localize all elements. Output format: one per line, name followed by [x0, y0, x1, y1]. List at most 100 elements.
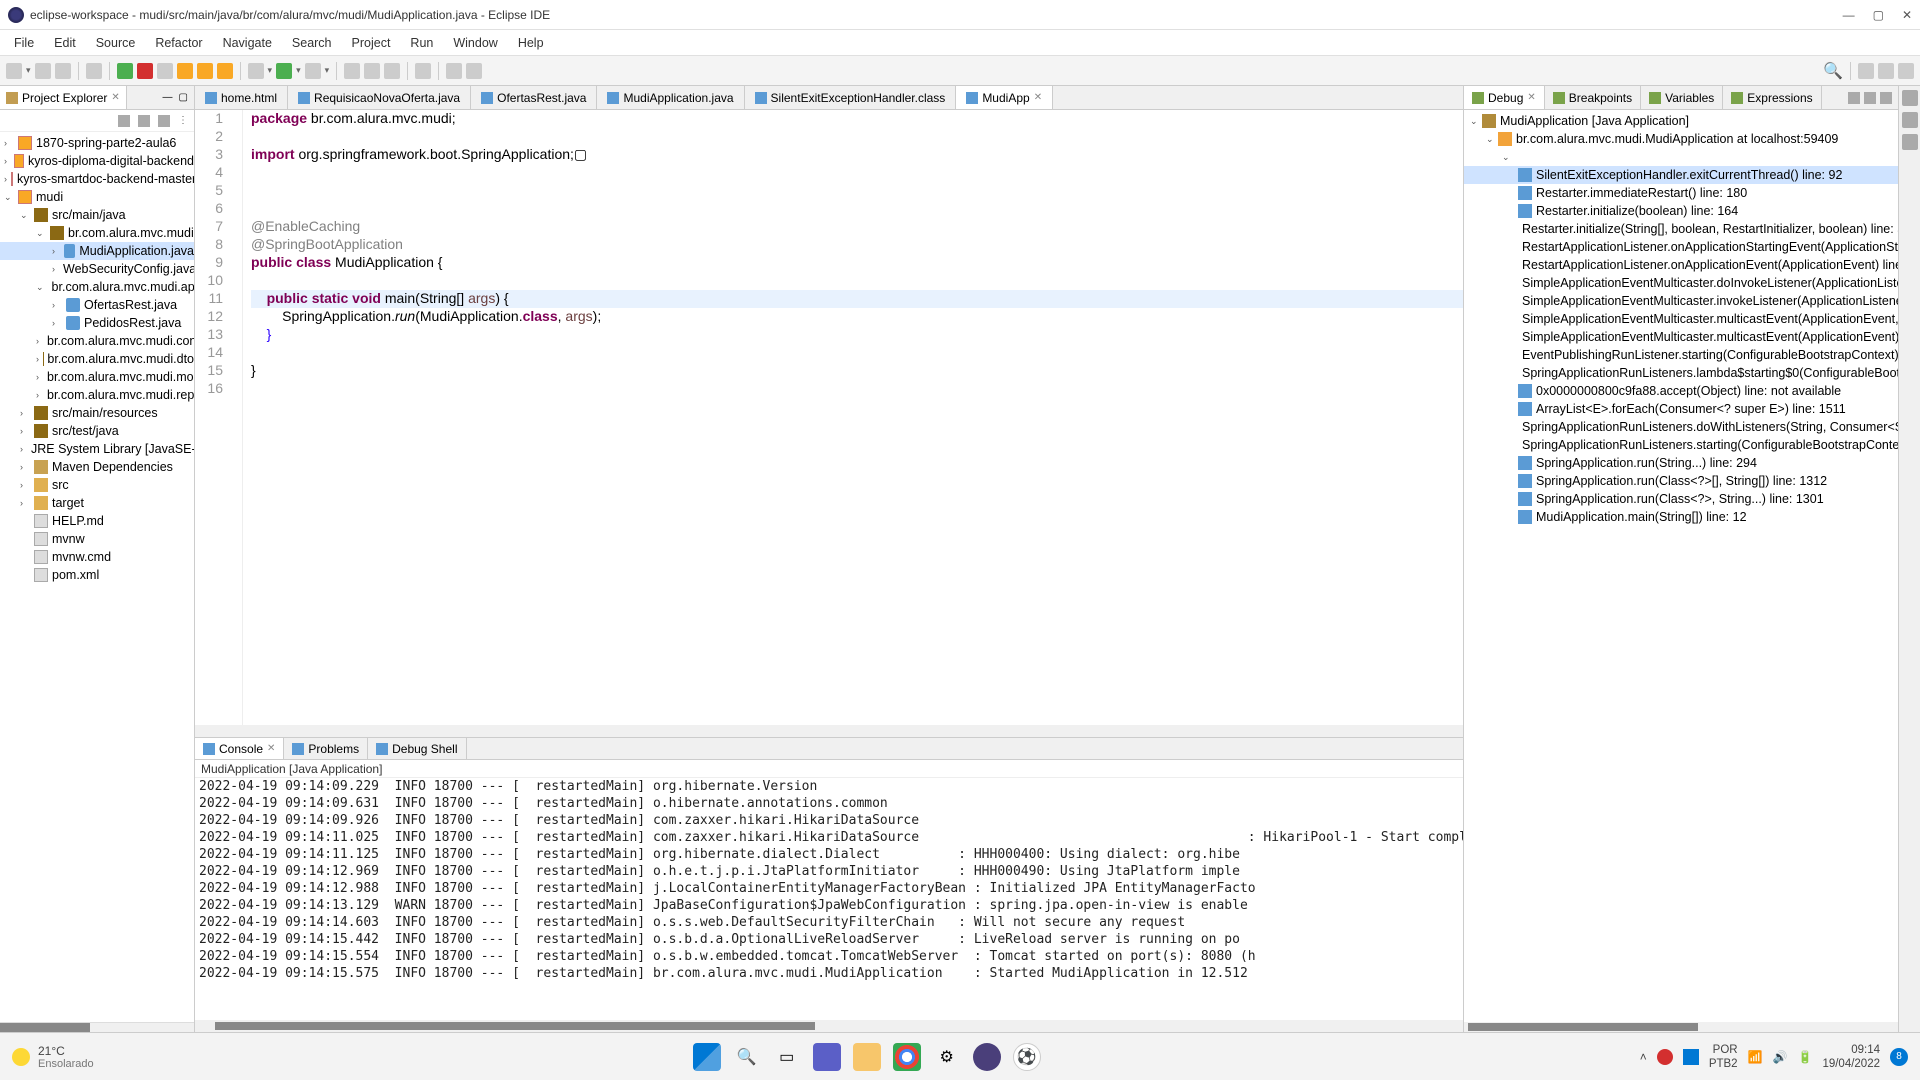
stack-frame[interactable]: SilentExitExceptionHandler.exitCurrentTh…	[1464, 166, 1898, 184]
collapse-all-icon[interactable]	[118, 115, 130, 127]
new-class-icon[interactable]	[344, 63, 360, 79]
twistie-icon[interactable]: ⌄	[4, 192, 14, 203]
stack-frame[interactable]: SimpleApplicationEventMulticaster.doInvo…	[1464, 274, 1898, 292]
tree-node[interactable]: ›src/test/java	[0, 422, 194, 440]
twistie-icon[interactable]: ⌄	[20, 210, 30, 221]
tree-node[interactable]: ›MudiApplication.java	[0, 242, 194, 260]
app-icon[interactable]: ⚽	[1013, 1043, 1041, 1071]
tree-node[interactable]: ›src/main/resources	[0, 404, 194, 422]
console-tab-debug-shell[interactable]: Debug Shell	[368, 738, 466, 759]
console-tab-console[interactable]: Console✕	[195, 738, 284, 759]
twistie-icon[interactable]: ›	[20, 498, 30, 508]
tree-node[interactable]: ›br.com.alura.mvc.mudi.model	[0, 368, 194, 386]
twistie-icon[interactable]: ›	[52, 246, 60, 256]
twistie-icon[interactable]: ›	[4, 156, 10, 166]
clock[interactable]: 09:14 19/04/2022	[1822, 1043, 1880, 1071]
back-icon[interactable]	[446, 63, 462, 79]
run-icon[interactable]	[117, 63, 133, 79]
twistie-icon[interactable]: ›	[52, 264, 55, 274]
tree-node[interactable]: ⌄br.com.alura.mvc.mudi.api	[0, 278, 194, 296]
menu-edit[interactable]: Edit	[44, 33, 86, 53]
console-hscrollbar[interactable]	[195, 1020, 1463, 1032]
eclipse-taskbar-icon[interactable]	[973, 1043, 1001, 1071]
build-icon[interactable]	[86, 63, 102, 79]
editor-tab[interactable]: home.html	[195, 86, 288, 109]
stack-frame[interactable]: RestartApplicationListener.onApplication…	[1464, 238, 1898, 256]
tree-node[interactable]: ›kyros-smartdoc-backend-master	[0, 170, 194, 188]
twistie-icon[interactable]: ›	[20, 480, 30, 490]
view-menu-icon[interactable]: ⋮	[178, 115, 188, 126]
tree-node[interactable]: ›kyros-diploma-digital-backend	[0, 152, 194, 170]
menu-search[interactable]: Search	[282, 33, 342, 53]
weather-widget[interactable]: 21°C Ensolarado	[12, 1044, 94, 1070]
link-editor-icon[interactable]	[138, 115, 150, 127]
battery-icon[interactable]: 🔋	[1797, 1050, 1812, 1064]
stack-frame[interactable]: ArrayList<E>.forEach(Consumer<? super E>…	[1464, 400, 1898, 418]
twistie-icon[interactable]: ⌄	[1470, 116, 1482, 127]
open-type-icon[interactable]	[384, 63, 400, 79]
tree-node[interactable]: ›br.com.alura.mvc.mudi.dto	[0, 350, 194, 368]
editor-tab[interactable]: SilentExitExceptionHandler.class	[745, 86, 957, 109]
tree-node[interactable]: ⌄mudi	[0, 188, 194, 206]
twistie-icon[interactable]: ⌄	[36, 228, 46, 239]
tree-node[interactable]: ⌄br.com.alura.mvc.mudi	[0, 224, 194, 242]
start-button[interactable]	[693, 1043, 721, 1071]
menu-run[interactable]: Run	[400, 33, 443, 53]
tray-chevron-icon[interactable]: ˄	[1640, 1050, 1647, 1064]
debug-tab-debug[interactable]: Debug✕	[1464, 86, 1545, 109]
maximize-button[interactable]: ▢	[1873, 8, 1884, 22]
twistie-icon[interactable]: ⌄	[1486, 134, 1498, 145]
stack-frame[interactable]: SimpleApplicationEventMulticaster.multic…	[1464, 310, 1898, 328]
tree-node[interactable]: ›Maven Dependencies	[0, 458, 194, 476]
tree-node[interactable]: ›target	[0, 494, 194, 512]
twistie-icon[interactable]: ›	[20, 426, 30, 436]
tree-node[interactable]: ›br.com.alura.mvc.mudi.repository	[0, 386, 194, 404]
stack-frame[interactable]: SpringApplication.run(String...) line: 2…	[1464, 454, 1898, 472]
tree-node[interactable]: mvnw.cmd	[0, 548, 194, 566]
editor-tab[interactable]: OfertasRest.java	[471, 86, 597, 109]
file-explorer-icon[interactable]	[853, 1043, 881, 1071]
menu-source[interactable]: Source	[86, 33, 146, 53]
search-button[interactable]: 🔍	[733, 1043, 761, 1071]
minimize-view-icon[interactable]: —	[163, 92, 173, 103]
debug-tab-expressions[interactable]: Expressions	[1723, 86, 1821, 109]
twistie-icon[interactable]: ›	[36, 354, 39, 364]
twistie-icon[interactable]: ›	[4, 138, 14, 148]
stack-frame[interactable]: SpringApplication.run(Class<?>, String..…	[1464, 490, 1898, 508]
pe-hscrollbar[interactable]	[0, 1022, 194, 1032]
stack-frame[interactable]: Restarter.initialize(boolean) line: 164	[1464, 202, 1898, 220]
twistie-icon[interactable]: ›	[52, 318, 62, 328]
layout-icon[interactable]	[1848, 92, 1860, 104]
console-output[interactable]: 2022-04-19 09:14:09.229 INFO 18700 --- […	[195, 778, 1463, 1020]
bookmarks-view-icon[interactable]	[1902, 134, 1918, 150]
twistie-icon[interactable]: ›	[36, 336, 39, 346]
twistie-icon[interactable]: ›	[36, 372, 39, 382]
editor-tab[interactable]: MudiApp✕	[956, 86, 1053, 109]
tree-node[interactable]: ›br.com.alura.mvc.mudi.controller	[0, 332, 194, 350]
twistie-icon[interactable]: ›	[20, 408, 30, 418]
volume-icon[interactable]: 🔊	[1773, 1050, 1788, 1064]
menu-window[interactable]: Window	[443, 33, 507, 53]
stack-frame[interactable]: Restarter.immediateRestart() line: 180	[1464, 184, 1898, 202]
wifi-icon[interactable]: 📶	[1748, 1050, 1763, 1064]
twistie-icon[interactable]: ›	[52, 300, 62, 310]
debug-stack-tree[interactable]: ⌄MudiApplication [Java Application]⌄br.c…	[1464, 110, 1898, 1022]
stop-icon[interactable]	[137, 63, 153, 79]
tree-node[interactable]: pom.xml	[0, 566, 194, 584]
menu-project[interactable]: Project	[342, 33, 401, 53]
tray-onedrive-icon[interactable]	[1683, 1049, 1699, 1065]
menu-refactor[interactable]: Refactor	[145, 33, 212, 53]
tree-node[interactable]: ›PedidosRest.java	[0, 314, 194, 332]
stack-frame[interactable]: Restarter.initialize(String[], boolean, …	[1464, 220, 1898, 238]
stack-frame[interactable]: SimpleApplicationEventMulticaster.invoke…	[1464, 292, 1898, 310]
save-icon[interactable]	[35, 63, 51, 79]
perspective-git-icon[interactable]	[1898, 63, 1914, 79]
debug-hscrollbar[interactable]	[1464, 1022, 1898, 1032]
chrome-icon[interactable]	[893, 1043, 921, 1071]
editor-tab[interactable]: MudiApplication.java	[597, 86, 744, 109]
maximize-view-icon[interactable]: ▢	[179, 92, 188, 103]
close-tab-icon[interactable]: ✕	[267, 743, 275, 754]
teams-icon[interactable]	[813, 1043, 841, 1071]
close-tab-icon[interactable]: ✕	[111, 92, 119, 103]
perspective-debug-icon[interactable]	[1878, 63, 1894, 79]
